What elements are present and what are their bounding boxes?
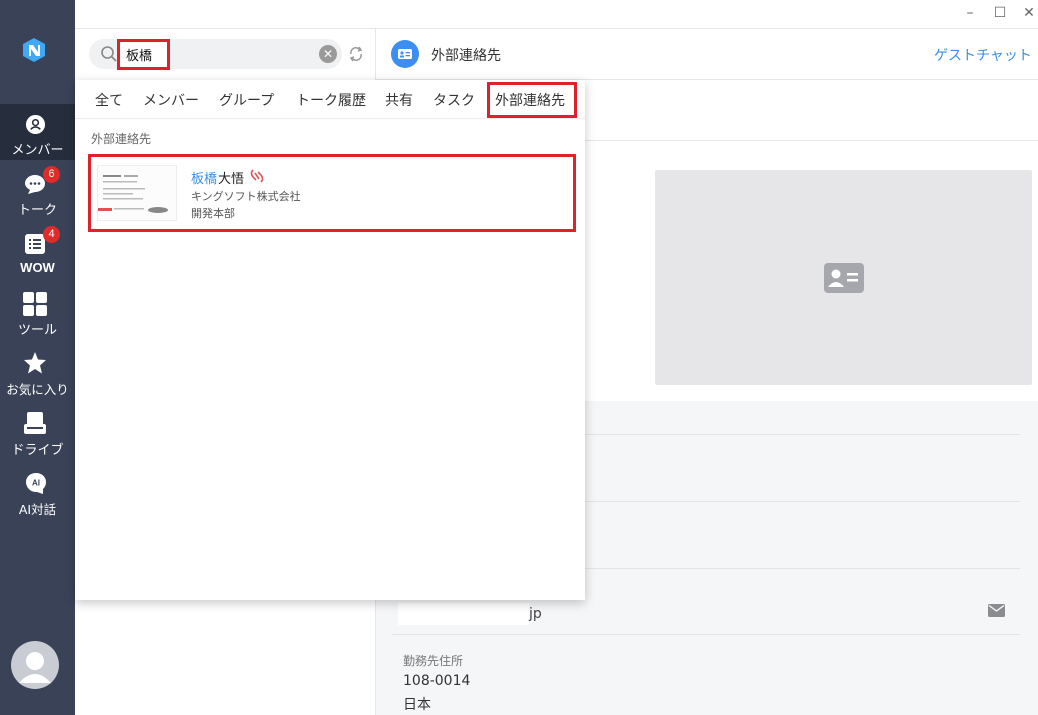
clear-search-button[interactable]: ✕ bbox=[319, 45, 337, 63]
email-suffix: jp bbox=[529, 606, 542, 622]
business-card-icon bbox=[824, 263, 864, 293]
nav-favorites[interactable]: お気に入り bbox=[0, 346, 75, 402]
tabs-divider bbox=[75, 118, 585, 119]
nav-favorites-label: お気に入り bbox=[6, 382, 69, 397]
refresh-icon[interactable] bbox=[348, 45, 364, 63]
person-icon bbox=[25, 114, 46, 135]
nav-tools-label: ツール bbox=[17, 323, 57, 338]
search-result-item[interactable]: 板橋 大悟 キングソフト株式会社 開発本部 bbox=[88, 154, 576, 232]
detail-divider bbox=[392, 634, 1020, 635]
close-window-button[interactable]: ✕ bbox=[1019, 5, 1038, 23]
close-icon: ✕ bbox=[322, 47, 334, 61]
search-input[interactable]: 板橋 bbox=[117, 39, 170, 70]
wow-badge: 4 bbox=[43, 226, 60, 243]
app-logo-icon bbox=[23, 38, 45, 62]
ai-icon: AI bbox=[26, 473, 46, 494]
result-name-highlight: 板橋 bbox=[191, 172, 218, 187]
nav-wow[interactable]: 4 WOW bbox=[0, 226, 75, 282]
user-avatar[interactable] bbox=[11, 641, 59, 689]
tab-tasks[interactable]: タスク bbox=[433, 90, 475, 110]
mail-icon[interactable] bbox=[988, 604, 1005, 617]
minimize-button[interactable]: – bbox=[960, 5, 980, 23]
nav-drive[interactable]: ドライブ bbox=[0, 406, 75, 462]
result-department: 開発本部 bbox=[191, 207, 235, 220]
email-redacted bbox=[398, 603, 529, 625]
address-country: 日本 bbox=[403, 697, 431, 713]
address-zip: 108-0014 bbox=[403, 673, 471, 689]
nav-ai-chat-label: AI対話 bbox=[18, 502, 57, 517]
nav-ai-chat[interactable]: AI AI対話 bbox=[0, 466, 75, 522]
active-tab-highlight bbox=[487, 82, 577, 118]
app-sidebar: メンバー 6 トーク 4 WOW ツール お気に入り ドライブ AI AI対話 bbox=[0, 0, 75, 715]
top-divider bbox=[75, 28, 1038, 29]
grid-icon bbox=[23, 292, 47, 316]
right-panel-title: 外部連絡先 bbox=[431, 48, 501, 64]
nav-talk-label: トーク bbox=[17, 203, 57, 218]
external-contact-icon bbox=[391, 40, 419, 68]
talk-badge: 6 bbox=[43, 166, 60, 183]
svg-text:AI: AI bbox=[32, 479, 40, 488]
nav-members[interactable]: メンバー bbox=[0, 104, 75, 160]
tab-all[interactable]: 全て bbox=[95, 90, 123, 110]
nav-drive-label: ドライブ bbox=[11, 443, 64, 458]
tab-talk-history[interactable]: トーク履歴 bbox=[296, 90, 366, 110]
business-card-thumbnail bbox=[97, 165, 177, 221]
external-link-icon bbox=[250, 169, 264, 183]
star-icon bbox=[24, 352, 46, 374]
result-name: 大悟 bbox=[218, 172, 245, 187]
tab-shared[interactable]: 共有 bbox=[385, 90, 413, 110]
guest-chat-link[interactable]: ゲストチャット bbox=[934, 45, 1032, 65]
tab-members[interactable]: メンバー bbox=[143, 90, 199, 110]
search-icon bbox=[101, 46, 117, 62]
tab-groups[interactable]: グループ bbox=[219, 90, 274, 110]
address-label: 勤務先住所 bbox=[403, 654, 464, 668]
avatar-person-icon bbox=[19, 652, 51, 683]
result-company: キングソフト株式会社 bbox=[191, 190, 301, 203]
nav-tools[interactable]: ツール bbox=[0, 286, 75, 342]
drive-icon bbox=[24, 412, 46, 434]
nav-members-label: メンバー bbox=[11, 143, 64, 158]
section-label: 外部連絡先 bbox=[91, 132, 152, 146]
maximize-button[interactable]: ☐ bbox=[990, 5, 1010, 23]
nav-talk[interactable]: 6 トーク bbox=[0, 164, 75, 220]
search-results-dropdown: 全て メンバー グループ トーク履歴 共有 タスク 外部連絡先 外部連絡先 板橋… bbox=[75, 80, 585, 600]
nav-wow-label: WOW bbox=[20, 260, 55, 275]
